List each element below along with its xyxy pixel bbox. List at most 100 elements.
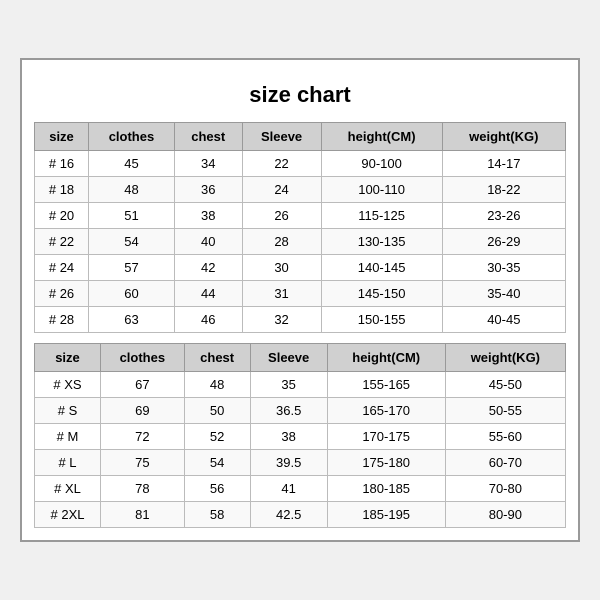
table-cell: 70-80 <box>445 476 565 502</box>
table-cell: 63 <box>89 307 175 333</box>
table-cell: 55-60 <box>445 424 565 450</box>
table-cell: 130-135 <box>321 229 442 255</box>
table-cell: 26-29 <box>442 229 565 255</box>
table-cell: 38 <box>174 203 242 229</box>
table-cell: 60-70 <box>445 450 565 476</box>
header-cell: Sleeve <box>242 123 321 151</box>
table-cell: 24 <box>242 177 321 203</box>
table1-header-row: sizeclotheschestSleeveheight(CM)weight(K… <box>35 123 566 151</box>
size-chart-container: size chart sizeclotheschestSleeveheight(… <box>20 58 580 542</box>
table-cell: # XS <box>35 372 101 398</box>
table-cell: 14-17 <box>442 151 565 177</box>
table-cell: 42.5 <box>250 502 327 528</box>
table-cell: # XL <box>35 476 101 502</box>
table-row: # 2XL815842.5185-19580-90 <box>35 502 566 528</box>
table-cell: 60 <box>89 281 175 307</box>
table-cell: 26 <box>242 203 321 229</box>
table2-header-row: sizeclotheschestSleeveheight(CM)weight(K… <box>35 344 566 372</box>
header-cell: clothes <box>100 344 184 372</box>
table-cell: 180-185 <box>327 476 445 502</box>
table-cell: 42 <box>174 255 242 281</box>
table-cell: 36.5 <box>250 398 327 424</box>
size-table-2: sizeclotheschestSleeveheight(CM)weight(K… <box>34 343 566 528</box>
table-cell: 80-90 <box>445 502 565 528</box>
table-row: # XS674835155-16545-50 <box>35 372 566 398</box>
table-cell: 54 <box>184 450 250 476</box>
table-cell: # 20 <box>35 203 89 229</box>
header-cell: chest <box>174 123 242 151</box>
table-row: # XL785641180-18570-80 <box>35 476 566 502</box>
table-cell: 67 <box>100 372 184 398</box>
table-cell: 45-50 <box>445 372 565 398</box>
table-cell: 115-125 <box>321 203 442 229</box>
table-cell: 140-145 <box>321 255 442 281</box>
table-row: # 28634632150-15540-45 <box>35 307 566 333</box>
table-cell: 35 <box>250 372 327 398</box>
table-cell: 32 <box>242 307 321 333</box>
table-cell: # 18 <box>35 177 89 203</box>
table-cell: 18-22 <box>442 177 565 203</box>
table-cell: # 2XL <box>35 502 101 528</box>
header-cell: size <box>35 344 101 372</box>
header-cell: height(CM) <box>327 344 445 372</box>
table-cell: 175-180 <box>327 450 445 476</box>
table-cell: 58 <box>184 502 250 528</box>
table-cell: 40 <box>174 229 242 255</box>
table-cell: 72 <box>100 424 184 450</box>
table-row: # 1645342290-10014-17 <box>35 151 566 177</box>
table-cell: 52 <box>184 424 250 450</box>
table-cell: 30 <box>242 255 321 281</box>
table-cell: 57 <box>89 255 175 281</box>
table-cell: 145-150 <box>321 281 442 307</box>
table-cell: 38 <box>250 424 327 450</box>
chart-title: size chart <box>34 72 566 122</box>
table-cell: 22 <box>242 151 321 177</box>
table-cell: # S <box>35 398 101 424</box>
table-cell: 51 <box>89 203 175 229</box>
table-cell: 50-55 <box>445 398 565 424</box>
table-cell: 40-45 <box>442 307 565 333</box>
table-cell: 48 <box>89 177 175 203</box>
header-cell: size <box>35 123 89 151</box>
header-cell: chest <box>184 344 250 372</box>
table-cell: # 28 <box>35 307 89 333</box>
table-cell: 44 <box>174 281 242 307</box>
table-row: # L755439.5175-18060-70 <box>35 450 566 476</box>
table-cell: # 26 <box>35 281 89 307</box>
table-cell: 170-175 <box>327 424 445 450</box>
table-cell: # M <box>35 424 101 450</box>
table-row: # M725238170-17555-60 <box>35 424 566 450</box>
table-cell: 23-26 <box>442 203 565 229</box>
table-cell: 185-195 <box>327 502 445 528</box>
table-cell: 78 <box>100 476 184 502</box>
table-cell: 48 <box>184 372 250 398</box>
table-cell: 75 <box>100 450 184 476</box>
table-cell: 54 <box>89 229 175 255</box>
table-cell: 41 <box>250 476 327 502</box>
table-cell: 150-155 <box>321 307 442 333</box>
table-cell: # 24 <box>35 255 89 281</box>
table-cell: 46 <box>174 307 242 333</box>
header-cell: clothes <box>89 123 175 151</box>
table-cell: 30-35 <box>442 255 565 281</box>
table-cell: # L <box>35 450 101 476</box>
table-row: # 18483624100-11018-22 <box>35 177 566 203</box>
table-cell: # 16 <box>35 151 89 177</box>
table-cell: 155-165 <box>327 372 445 398</box>
table-row: # 26604431145-15035-40 <box>35 281 566 307</box>
table-cell: 34 <box>174 151 242 177</box>
table-cell: # 22 <box>35 229 89 255</box>
header-cell: weight(KG) <box>442 123 565 151</box>
table-cell: 28 <box>242 229 321 255</box>
table-cell: 90-100 <box>321 151 442 177</box>
table-cell: 45 <box>89 151 175 177</box>
table-cell: 165-170 <box>327 398 445 424</box>
header-cell: height(CM) <box>321 123 442 151</box>
header-cell: weight(KG) <box>445 344 565 372</box>
table-cell: 56 <box>184 476 250 502</box>
table-cell: 81 <box>100 502 184 528</box>
table-cell: 35-40 <box>442 281 565 307</box>
table-cell: 39.5 <box>250 450 327 476</box>
table-row: # 20513826115-12523-26 <box>35 203 566 229</box>
header-cell: Sleeve <box>250 344 327 372</box>
